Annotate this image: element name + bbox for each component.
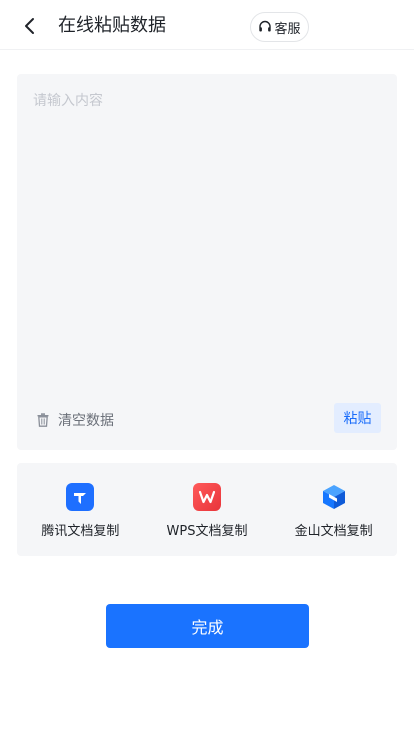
wps-copy-label: WPS文档复制 [166, 524, 248, 539]
chevron-left-icon [25, 18, 34, 34]
paste-button[interactable]: 粘贴 [334, 403, 381, 433]
paste-editor-panel: 清空数据 粘贴 [17, 74, 397, 450]
tencent-docs-copy-option[interactable]: 腾讯文档复制 [17, 463, 144, 556]
clear-data-button[interactable]: 清空数据 [37, 408, 114, 432]
wps-copy-option[interactable]: WPS文档复制 [144, 463, 271, 556]
clear-data-label: 清空数据 [58, 413, 114, 429]
customer-service-button[interactable]: 客服 [250, 12, 309, 42]
kingsoft-docs-icon [320, 483, 348, 511]
header-bar: 在线粘贴数据 客服 [0, 0, 414, 50]
tencent-docs-copy-label: 腾讯文档复制 [41, 524, 120, 539]
trash-icon [37, 413, 49, 427]
back-button[interactable] [18, 14, 42, 38]
kingsoft-docs-copy-label: 金山文档复制 [294, 524, 373, 539]
kingsoft-docs-copy-option[interactable]: 金山文档复制 [270, 463, 397, 556]
wps-icon [193, 483, 221, 511]
headset-icon [259, 20, 272, 32]
copy-source-panel: 腾讯文档复制 WPS文档复制 金山文档复制 [17, 463, 397, 556]
content-input[interactable] [33, 90, 381, 390]
customer-service-label: 客服 [274, 21, 301, 37]
done-button[interactable]: 完成 [106, 604, 309, 648]
tencent-docs-icon [66, 483, 95, 511]
page-title: 在线粘贴数据 [58, 15, 166, 36]
